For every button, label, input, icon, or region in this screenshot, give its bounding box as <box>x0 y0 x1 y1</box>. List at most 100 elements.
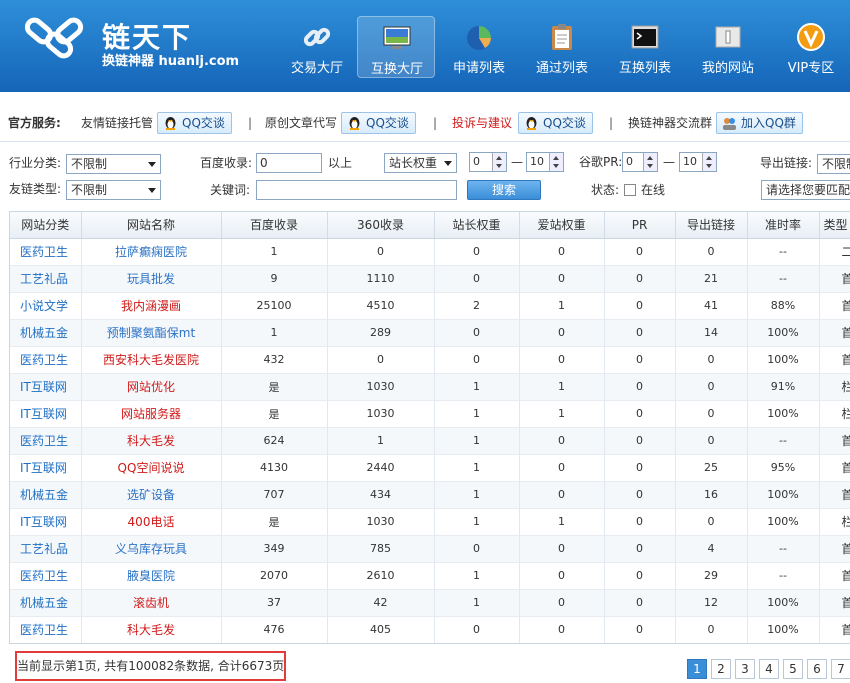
cell-cat[interactable]: IT互联网 <box>10 454 82 482</box>
weight-min-stepper[interactable]: 0 <box>469 152 507 172</box>
table-row[interactable]: 医药卫生拉萨癫痫医院100000--二级域 <box>10 238 850 266</box>
cell-name[interactable]: 滚齿机 <box>81 589 222 617</box>
table-row[interactable]: 小说文学我内涵漫画2510045102104188%首页 <box>10 292 850 320</box>
logo[interactable]: 链天下 换链神器 huanlj.com <box>20 14 240 74</box>
cell-name[interactable]: 科大毛发 <box>81 427 222 455</box>
col-360[interactable]: 360收录 <box>327 212 435 239</box>
cell-cat[interactable]: 小说文学 <box>10 292 82 320</box>
stepper-arrows-icon[interactable] <box>492 153 506 171</box>
cell-name[interactable]: 西安科大毛发医院 <box>81 346 222 374</box>
nav-trade-hall[interactable]: 交易大厅 <box>278 16 356 78</box>
page-button[interactable]: 7 <box>831 659 850 679</box>
match-select[interactable]: 请选择您要匹配的 <box>761 180 850 200</box>
nav-vip-zone[interactable]: VIP专区 <box>772 16 850 78</box>
cell-cat[interactable]: 医药卫生 <box>10 427 82 455</box>
col-category[interactable]: 网站分类 <box>10 212 82 239</box>
cell-pr: 0 <box>604 481 676 509</box>
export-select[interactable]: 不限制 <box>817 154 850 174</box>
cell-cat[interactable]: 医药卫生 <box>10 346 82 374</box>
cell-name[interactable]: 拉萨癫痫医院 <box>81 238 222 266</box>
qq-chat-button[interactable]: QQ交谈 <box>157 112 232 134</box>
cell-pr: 0 <box>604 589 676 617</box>
cell-name[interactable]: 义乌库存玩具 <box>81 535 222 563</box>
keyword-input[interactable] <box>256 180 457 200</box>
table-row[interactable]: 工艺礼品玩具批发9111000021--首页 <box>10 265 850 293</box>
qq-chat-button[interactable]: QQ交谈 <box>518 112 593 134</box>
cell-cat[interactable]: 机械五金 <box>10 481 82 509</box>
nav-label: 通过列表 <box>535 61 588 76</box>
search-button[interactable]: 搜索 <box>467 180 541 200</box>
table-row[interactable]: IT互联网400电话是10301100100%栏目 <box>10 508 850 536</box>
table-row[interactable]: 机械五金滚齿机374210012100%首页 <box>10 589 850 617</box>
cell-pr: 0 <box>604 508 676 536</box>
table-row[interactable]: IT互联网QQ空间说说413024401002595%首页 <box>10 454 850 482</box>
table-row[interactable]: IT互联网网站优化是1030110091%栏目 <box>10 373 850 401</box>
table-row[interactable]: 医药卫生腋臭医院2070261010029--首页 <box>10 562 850 590</box>
nav-exchange-list[interactable]: 互换列表 <box>606 16 684 78</box>
weight-select[interactable]: 站长权重 <box>384 153 457 173</box>
cell-cat[interactable]: 医药卫生 <box>10 616 82 643</box>
cell-name[interactable]: 预制聚氨酯保mt <box>81 319 222 347</box>
table-row[interactable]: 机械五金预制聚氨酯保mt128900014100%首页 <box>10 319 850 347</box>
linktype-select[interactable]: 不限制 <box>66 180 161 200</box>
cell-name[interactable]: 我内涵漫画 <box>81 292 222 320</box>
page-button[interactable]: 3 <box>735 659 755 679</box>
col-site-name[interactable]: 网站名称 <box>81 212 222 239</box>
stepper-arrows-icon[interactable] <box>702 153 716 171</box>
cell-pr: 0 <box>604 454 676 482</box>
cell-name[interactable]: 400电话 <box>81 508 222 536</box>
cell-cat[interactable]: 机械五金 <box>10 589 82 617</box>
table-row[interactable]: 机械五金选矿设备70743410016100%首页 <box>10 481 850 509</box>
cell-name[interactable]: QQ空间说说 <box>81 454 222 482</box>
cell-cat[interactable]: 机械五金 <box>10 319 82 347</box>
cell-name[interactable]: 网站服务器 <box>81 400 222 428</box>
nav-exchange-hall[interactable]: 互换大厅 <box>357 16 435 78</box>
col-baidu[interactable]: 百度收录 <box>221 212 328 239</box>
page-button[interactable]: 2 <box>711 659 731 679</box>
cell-baidu: 1 <box>221 319 328 347</box>
col-ontime-rate[interactable]: 准时率 <box>747 212 820 239</box>
nav-approved-list[interactable]: 通过列表 <box>523 16 601 78</box>
nav-my-sites[interactable]: 我的网站 <box>689 16 767 78</box>
cell-cat[interactable]: IT互联网 <box>10 400 82 428</box>
cell-cat[interactable]: 医药卫生 <box>10 238 82 266</box>
cell-name[interactable]: 选矿设备 <box>81 481 222 509</box>
page-button[interactable]: 6 <box>807 659 827 679</box>
cell-w1: 0 <box>434 238 520 266</box>
page-button[interactable]: 4 <box>759 659 779 679</box>
pr-min-stepper[interactable]: 0 <box>622 152 658 172</box>
cell-cat[interactable]: 工艺礼品 <box>10 265 82 293</box>
cell-name[interactable]: 网站优化 <box>81 373 222 401</box>
weight-max-stepper[interactable]: 10 <box>526 152 564 172</box>
col-aizhan-weight[interactable]: 爱站权重 <box>519 212 605 239</box>
table-row[interactable]: 工艺礼品义乌库存玩具3497850004--首页 <box>10 535 850 563</box>
table-row[interactable]: 医药卫生西安科大毛发医院43200000100%首页 <box>10 346 850 374</box>
cell-name[interactable]: 腋臭医院 <box>81 562 222 590</box>
col-webmaster-weight[interactable]: 站长权重 <box>434 212 520 239</box>
online-checkbox[interactable] <box>624 184 636 196</box>
table-row[interactable]: IT互联网网站服务器是10301100100%栏目 <box>10 400 850 428</box>
baidu-input[interactable]: 0 <box>256 153 322 173</box>
nav-apply-list[interactable]: 申请列表 <box>440 16 518 78</box>
pr-max-stepper[interactable]: 10 <box>679 152 717 172</box>
cell-cat[interactable]: IT互联网 <box>10 508 82 536</box>
cell-cat[interactable]: IT互联网 <box>10 373 82 401</box>
cell-cat[interactable]: 医药卫生 <box>10 562 82 590</box>
table-row[interactable]: 医药卫生科大毛发4764050000100%首页 <box>10 616 850 643</box>
qq-chat-button[interactable]: QQ交谈 <box>341 112 416 134</box>
page-button[interactable]: 5 <box>783 659 803 679</box>
stepper-arrows-icon[interactable] <box>643 153 657 171</box>
industry-select[interactable]: 不限制 <box>66 154 161 174</box>
table-row[interactable]: 医药卫生科大毛发62411000--首页 <box>10 427 850 455</box>
cell-name[interactable]: 玩具批发 <box>81 265 222 293</box>
col-type[interactable]: 类型 <box>819 212 850 239</box>
cell-name[interactable]: 科大毛发 <box>81 616 222 643</box>
complaint-link[interactable]: 投诉与建议 <box>452 112 512 134</box>
col-pr[interactable]: PR <box>604 212 676 239</box>
stepper-arrows-icon[interactable] <box>549 153 563 171</box>
col-outlinks[interactable]: 导出链接 <box>675 212 748 239</box>
cell-w2: 0 <box>519 454 605 482</box>
cell-cat[interactable]: 工艺礼品 <box>10 535 82 563</box>
page-button[interactable]: 1 <box>687 659 707 679</box>
join-qq-group-button[interactable]: 加入QQ群 <box>716 112 803 134</box>
